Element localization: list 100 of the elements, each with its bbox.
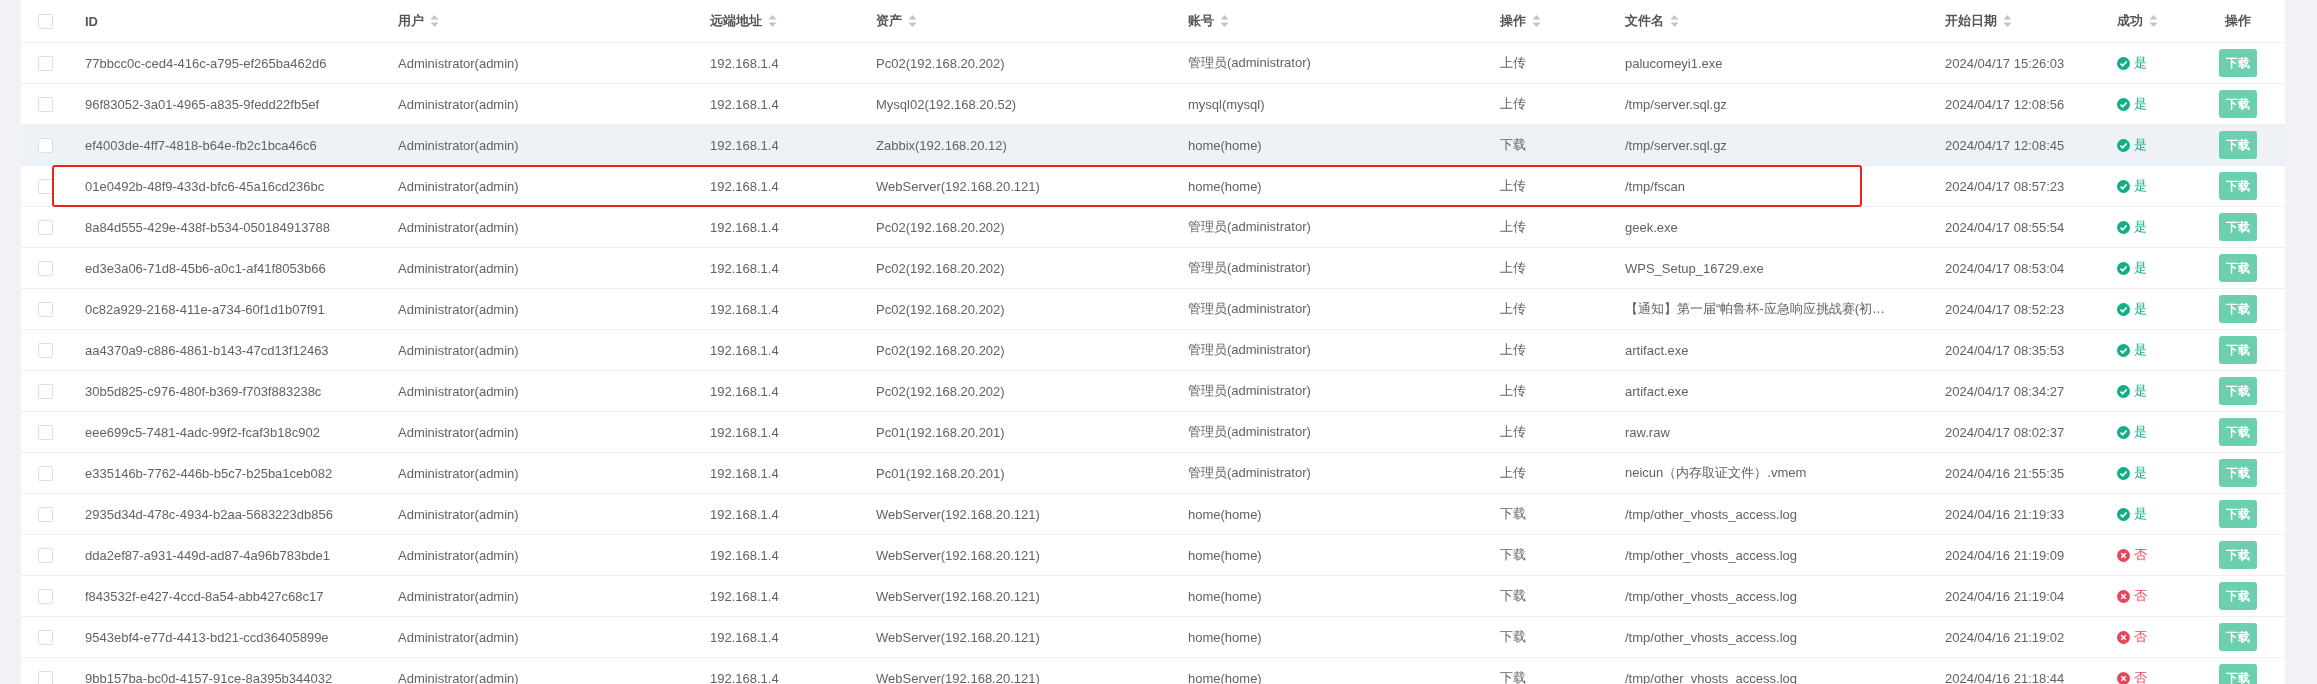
check-circle-icon [2117, 56, 2130, 70]
checkbox[interactable] [38, 670, 53, 684]
user-cell: Administrator(admin) [398, 137, 519, 153]
filename-cell: raw.raw [1625, 424, 1670, 440]
operation-cell: 下载 [1500, 628, 1526, 646]
operation-cell: 上传 [1500, 423, 1526, 441]
date-cell: 2024/04/16 21:19:04 [1945, 588, 2065, 604]
checkbox[interactable] [38, 301, 53, 317]
sort-icon[interactable] [1220, 14, 1229, 28]
filename-cell: /tmp/server.sql.gz [1625, 137, 1727, 153]
user-cell: Administrator(admin) [398, 383, 519, 399]
operation-cell: 上传 [1500, 177, 1526, 195]
checkbox[interactable] [38, 588, 53, 604]
filename-cell: artifact.exe [1625, 342, 1689, 358]
sort-icon[interactable] [908, 14, 917, 28]
id-cell: 01e0492b-48f9-433d-bfc6-45a16cd236bc [85, 178, 325, 194]
date-cell: 2024/04/17 08:53:04 [1945, 260, 2065, 276]
filename-cell: geek.exe [1625, 219, 1678, 235]
date-cell: 2024/04/17 08:35:53 [1945, 342, 2065, 358]
account-cell: home(home) [1188, 137, 1262, 153]
address-cell: 192.168.1.4 [710, 260, 779, 276]
check-circle-icon [2117, 220, 2130, 234]
user-cell: Administrator(admin) [398, 260, 519, 276]
address-cell: 192.168.1.4 [710, 96, 779, 112]
check-circle-icon [2117, 261, 2130, 275]
status-text: 否 [2134, 587, 2147, 605]
date-cell: 2024/04/17 12:08:45 [1945, 137, 2065, 153]
status-text: 是 [2134, 136, 2147, 154]
account-cell: 管理员(administrator) [1188, 464, 1311, 482]
table-row[interactable]: 01e0492b-48f9-433d-bfc6-45a16cd236bc Administrator(admin) 192.168.1.4 WebServer(192.168.20.121) home(home) 上传 /tmp/fscan 2024/04/17 08:57:23 是 下载 [21, 166, 2285, 207]
account-cell: home(home) [1188, 547, 1262, 563]
checkbox[interactable] [38, 342, 53, 358]
address-cell: 192.168.1.4 [710, 178, 779, 194]
sort-icon[interactable] [1532, 14, 1541, 28]
status-text: 是 [2134, 423, 2147, 441]
address-cell: 192.168.1.4 [710, 547, 779, 563]
date-cell: 2024/04/17 15:26:03 [1945, 55, 2065, 71]
column-header: 远端地址 [710, 12, 762, 30]
date-cell: 2024/04/17 08:02:37 [1945, 424, 2065, 440]
sort-icon[interactable] [2003, 14, 2012, 28]
checkbox[interactable] [38, 13, 53, 29]
filename-cell: artifact.exe [1625, 383, 1689, 399]
check-circle-icon [2117, 384, 2130, 398]
operation-cell: 下载 [1500, 136, 1526, 154]
user-cell: Administrator(admin) [398, 55, 519, 71]
sort-icon[interactable] [768, 14, 777, 28]
id-cell: ef4003de-4ff7-4818-b64e-fb2c1bca46c6 [85, 137, 317, 153]
address-cell: 192.168.1.4 [710, 424, 779, 440]
account-cell: 管理员(administrator) [1188, 54, 1311, 72]
id-cell: 96f83052-3a01-4965-a835-9fedd22fb5ef [85, 96, 320, 112]
checkbox[interactable] [38, 629, 53, 645]
account-cell: 管理员(administrator) [1188, 423, 1311, 441]
column-header: 账号 [1188, 12, 1214, 30]
date-cell: 2024/04/17 08:52:23 [1945, 301, 2065, 317]
id-cell: 0c82a929-2168-411e-a734-60f1d1b07f91 [85, 301, 325, 317]
checkbox[interactable] [38, 547, 53, 563]
id-cell: aa4370a9-c886-4861-b143-47cd13f12463 [85, 342, 329, 358]
checkbox[interactable] [38, 506, 53, 522]
address-cell: 192.168.1.4 [710, 137, 779, 153]
operation-cell: 上传 [1500, 341, 1526, 359]
column-header: 操作 [1500, 12, 1526, 30]
operation-cell: 上传 [1500, 382, 1526, 400]
date-cell: 2024/04/16 21:18:44 [1945, 670, 2065, 684]
asset-cell: Pc02(192.168.20.202) [876, 342, 1005, 358]
checkbox[interactable] [38, 55, 53, 71]
checkbox[interactable] [38, 424, 53, 440]
user-cell: Administrator(admin) [398, 342, 519, 358]
id-cell: 9543ebf4-e77d-4413-bd21-ccd36405899e [85, 629, 329, 645]
asset-cell: Pc02(192.168.20.202) [876, 383, 1005, 399]
sort-icon[interactable] [2149, 14, 2158, 28]
user-cell: Administrator(admin) [398, 506, 519, 522]
address-cell: 192.168.1.4 [710, 588, 779, 604]
table-row[interactable]: ef4003de-4ff7-4818-b64e-fb2c1bca46c6 Administrator(admin) 192.168.1.4 Zabbix(192.168.20.12) home(home) 下载 /tmp/server.sql.gz 2024/04/17 12:08:45 是 下载 [21, 125, 2285, 166]
user-cell: Administrator(admin) [398, 629, 519, 645]
user-cell: Administrator(admin) [398, 96, 519, 112]
sort-icon[interactable] [1670, 14, 1679, 28]
date-cell: 2024/04/17 08:57:23 [1945, 178, 2065, 194]
filename-cell: /tmp/other_vhosts_access.log [1625, 506, 1797, 522]
account-cell: 管理员(administrator) [1188, 382, 1311, 400]
date-cell: 2024/04/17 08:34:27 [1945, 383, 2065, 399]
checkbox[interactable] [38, 383, 53, 399]
account-cell: 管理员(administrator) [1188, 300, 1311, 318]
checkbox[interactable] [38, 260, 53, 276]
id-cell: 77bbcc0c-ced4-416c-a795-ef265ba462d6 [85, 55, 327, 71]
operation-cell: 下载 [1500, 546, 1526, 564]
checkbox[interactable] [38, 219, 53, 235]
checkbox[interactable] [38, 96, 53, 112]
filename-cell: /tmp/server.sql.gz [1625, 96, 1727, 112]
checkbox[interactable] [38, 137, 53, 153]
filename-cell: /tmp/fscan [1625, 178, 1685, 194]
operation-cell: 上传 [1500, 95, 1526, 113]
status-text: 是 [2134, 300, 2147, 318]
asset-cell: Mysql02(192.168.20.52) [876, 96, 1017, 112]
user-cell: Administrator(admin) [398, 547, 519, 563]
check-circle-icon [2117, 302, 2130, 316]
address-cell: 192.168.1.4 [710, 55, 779, 71]
checkbox[interactable] [38, 465, 53, 481]
sort-icon[interactable] [430, 14, 439, 28]
address-cell: 192.168.1.4 [710, 219, 779, 235]
asset-cell: Pc02(192.168.20.202) [876, 219, 1005, 235]
